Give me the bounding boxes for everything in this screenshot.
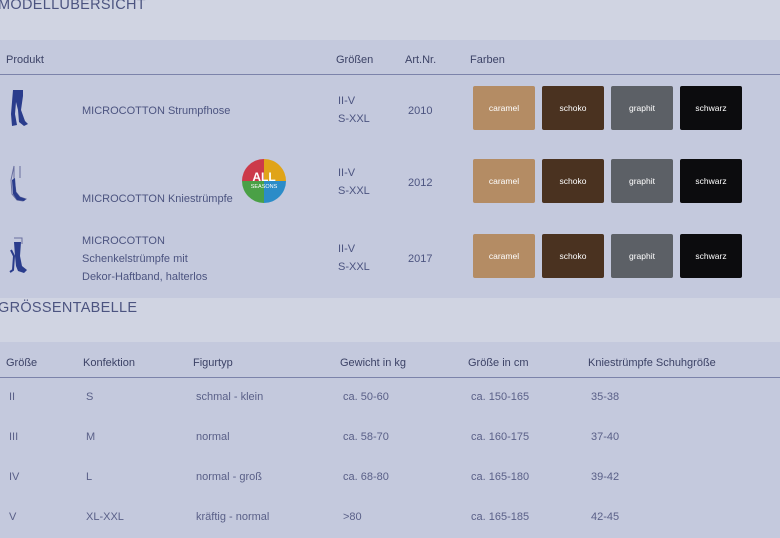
color-swatch-graphit: graphit	[611, 159, 673, 203]
product-artnr: 2017	[408, 253, 433, 265]
cell-figurtyp: kräftig - normal	[196, 511, 270, 523]
cell-groesse-cm: ca. 165-180	[471, 471, 530, 483]
header-groessen: Größen	[336, 54, 374, 66]
header-figurtyp: Figurtyp	[193, 357, 233, 369]
color-swatch-schoko: schoko	[542, 234, 604, 278]
cell-schuhgroesse: 35-38	[591, 391, 620, 403]
color-swatch-schwarz: schwarz	[680, 159, 742, 203]
header-divider	[0, 377, 780, 378]
cell-groesse: III	[9, 431, 19, 443]
cell-konfektion: L	[86, 471, 93, 483]
color-swatch-caramel: caramel	[473, 86, 535, 130]
cell-konfektion: S	[86, 391, 94, 403]
color-swatch-caramel: caramel	[473, 159, 535, 203]
cell-gewicht: ca. 58-70	[343, 431, 389, 443]
cell-groesse: IV	[9, 471, 20, 483]
badge-text: ALL SEASONS	[250, 170, 278, 190]
size-table: Größe Konfektion Figurtyp Gewicht in kg …	[0, 342, 780, 538]
color-swatch-graphit: graphit	[611, 86, 673, 130]
product-name: MICROCOTTON Strumpfhose	[82, 105, 231, 117]
product-sizes: II-V S-XXL	[338, 95, 370, 125]
header-groesse-cm: Größe in cm	[468, 357, 529, 369]
cell-schuhgroesse: 39-42	[591, 471, 620, 483]
color-swatch-schwarz: schwarz	[680, 234, 742, 278]
color-swatch-caramel: caramel	[473, 234, 535, 278]
product-sizes: II-V S-XXL	[338, 167, 370, 197]
section-title-sizes: GRÖSSENTABELLE	[0, 300, 138, 316]
header-schuhgroesse: Kniestrümpfe Schuhgröße	[588, 357, 716, 369]
model-table: Produkt Größen Art.Nr. Farben MICROCOTTO…	[0, 40, 780, 298]
header-farben: Farben	[470, 54, 505, 66]
header-groesse: Größe	[6, 357, 38, 369]
cell-groesse: II	[9, 391, 16, 403]
thigh-stocking-icon	[9, 237, 27, 273]
cell-figurtyp: normal	[196, 431, 230, 443]
cell-groesse-cm: ca. 160-175	[471, 431, 530, 443]
cell-konfektion: XL-XXL	[86, 511, 124, 523]
cell-groesse-cm: ca. 150-165	[471, 391, 530, 403]
cell-figurtyp: normal - groß	[196, 471, 263, 483]
knee-sock-icon	[10, 165, 28, 202]
product-artnr: 2012	[408, 177, 433, 189]
cell-groesse: V	[9, 511, 17, 523]
header-produkt: Produkt	[6, 54, 44, 66]
product-name: MICROCOTTON Schenkelstrümpfe mit Dekor-H…	[82, 235, 208, 283]
product-artnr: 2010	[408, 105, 433, 117]
product-sizes: II-V S-XXL	[338, 243, 370, 273]
header-gewicht: Gewicht in kg	[340, 357, 407, 369]
cell-gewicht: ca. 50-60	[343, 391, 389, 403]
cell-konfektion: M	[86, 431, 96, 443]
color-swatch-schoko: schoko	[542, 86, 604, 130]
header-divider	[0, 74, 780, 75]
cell-gewicht: ca. 68-80	[343, 471, 389, 483]
cell-gewicht: >80	[343, 511, 362, 523]
header-konfektion: Konfektion	[83, 357, 135, 369]
pantyhose-icon	[11, 90, 28, 126]
header-artnr: Art.Nr.	[405, 54, 437, 66]
cell-figurtyp: schmal - klein	[196, 391, 264, 403]
section-title-models: MODELLÜBERSICHT	[0, 0, 146, 13]
cell-schuhgroesse: 37-40	[591, 431, 620, 443]
color-swatch-schoko: schoko	[542, 159, 604, 203]
product-name: MICROCOTTON Kniestrümpfe	[82, 193, 233, 205]
cell-schuhgroesse: 42-45	[591, 511, 620, 523]
color-swatch-graphit: graphit	[611, 234, 673, 278]
color-swatch-schwarz: schwarz	[680, 86, 742, 130]
cell-groesse-cm: ca. 165-185	[471, 511, 530, 523]
